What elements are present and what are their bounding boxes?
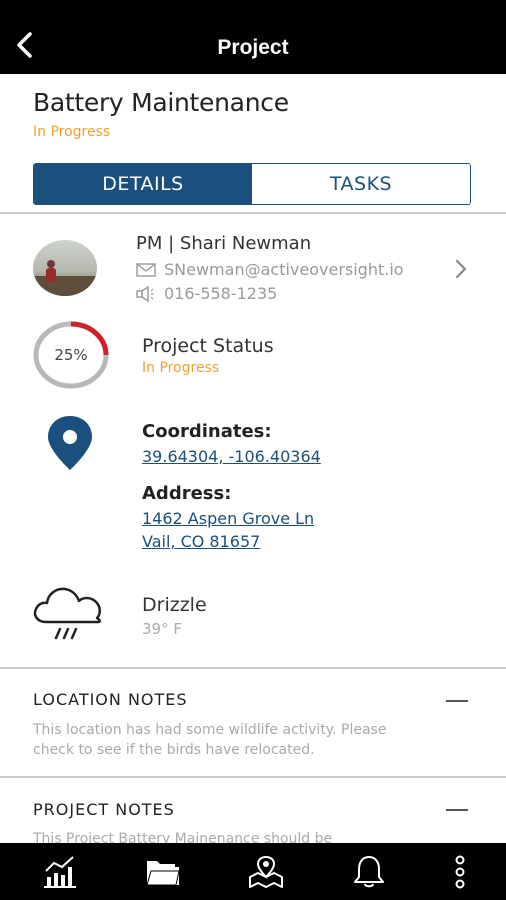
top-bar: Project [0, 0, 506, 74]
weather-condition: Drizzle [142, 594, 207, 616]
tab-tasks[interactable]: TASKS [252, 164, 470, 204]
location-notes-heading[interactable]: LOCATION NOTES [33, 690, 188, 709]
folder-icon[interactable] [143, 853, 183, 891]
tab-bar: DETAILS TASKS [33, 163, 471, 205]
coordinates-link[interactable]: 39.64304, -106.40364 [142, 447, 321, 466]
more-vertical-icon[interactable] [440, 853, 480, 891]
manager-phone: 016-558-1235 [164, 284, 278, 303]
project-notes-heading[interactable]: PROJECT NOTES [33, 800, 175, 819]
envelope-icon [136, 262, 156, 277]
location-notes-text: This location has had some wildlife acti… [33, 722, 387, 758]
manager-email-row[interactable]: SNewman@activeoversight.io [136, 260, 404, 279]
collapse-location-notes-icon[interactable] [446, 700, 468, 702]
progress-percent: 25% [54, 346, 87, 364]
manager-name: PM | Shari Newman [136, 233, 312, 254]
map-pin-icon[interactable] [246, 853, 286, 891]
status-value: In Progress [142, 360, 220, 376]
manager-email: SNewman@activeoversight.io [164, 260, 404, 279]
tab-details[interactable]: DETAILS [34, 164, 252, 204]
bottom-nav [0, 843, 506, 900]
avatar [33, 240, 97, 296]
project-title: Battery Maintenance [33, 88, 289, 117]
phone-icon [136, 285, 154, 302]
project-status-label: In Progress [33, 124, 111, 140]
coordinates-label: Coordinates: [142, 421, 272, 442]
address-link-line2[interactable]: Vail, CO 81657 [142, 532, 260, 551]
chart-icon[interactable] [40, 853, 80, 891]
location-pin-icon [48, 416, 92, 470]
progress-ring: 25% [33, 321, 109, 389]
collapse-project-notes-icon[interactable] [446, 809, 468, 811]
page-title: Project [217, 36, 289, 59]
manager-phone-row[interactable]: 016-558-1235 [136, 284, 277, 303]
address-link-line1[interactable]: 1462 Aspen Grove Ln [142, 509, 314, 528]
weather-temperature: 39° F [142, 620, 182, 638]
divider [0, 776, 506, 778]
divider [0, 667, 506, 669]
bell-icon[interactable] [349, 853, 389, 891]
divider [0, 212, 506, 214]
status-label: Project Status [142, 335, 274, 357]
rain-cloud-icon [33, 587, 102, 640]
address-label: Address: [142, 483, 232, 504]
chevron-right-icon[interactable] [452, 258, 470, 280]
